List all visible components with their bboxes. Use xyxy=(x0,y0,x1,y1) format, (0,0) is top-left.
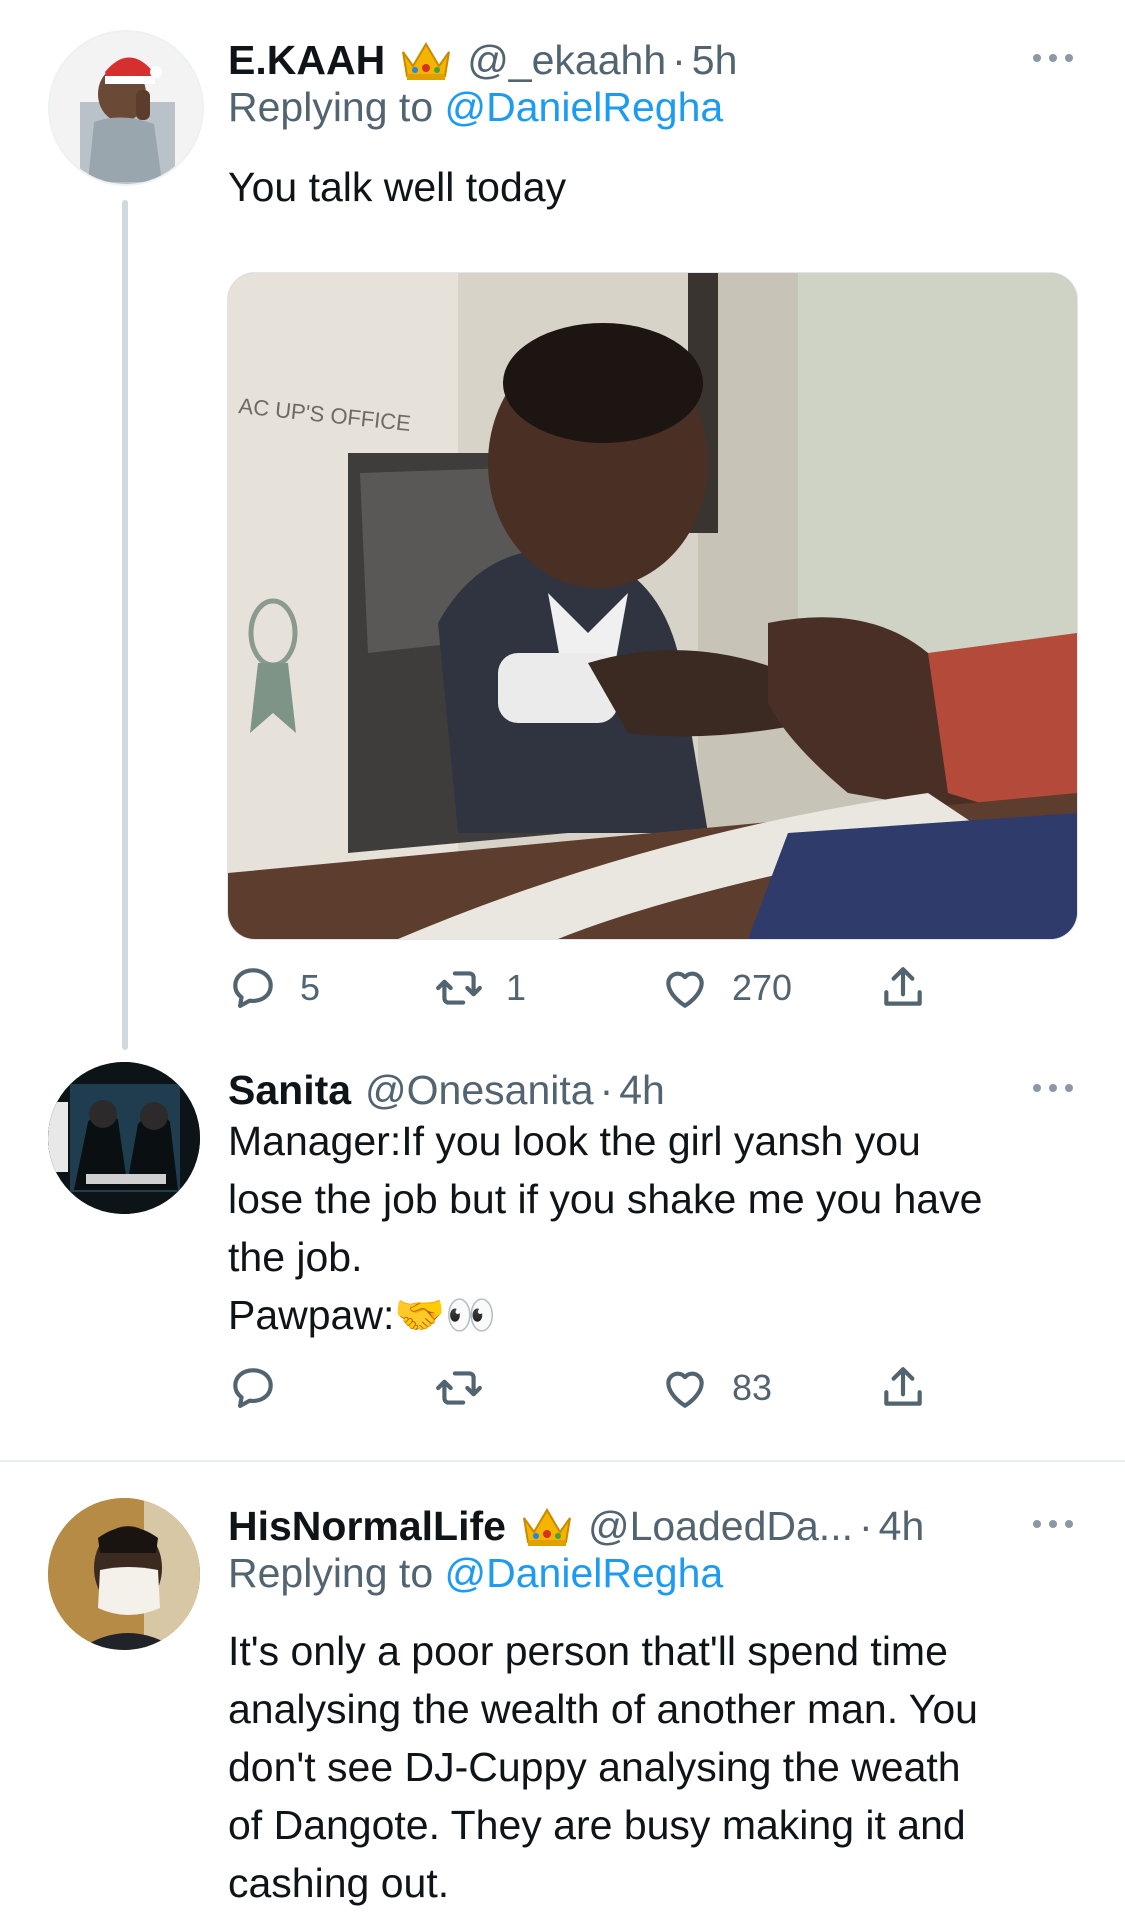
tweet-actions: 5 1 270 xyxy=(228,958,988,1018)
tweet-text-line: cashing out. xyxy=(228,1860,450,1906)
tweet-text-line: lose the job but if you shake me you hav… xyxy=(228,1176,983,1222)
reply-icon xyxy=(233,968,273,1008)
separator: · xyxy=(599,1066,614,1113)
reply-button[interactable]: 5 xyxy=(228,958,320,1018)
tweet-text-line: You talk well today xyxy=(228,164,567,210)
tweet-text: Manager:If you look the girl yansh you l… xyxy=(228,1112,1088,1344)
handle[interactable]: @_ekaahh xyxy=(467,37,666,84)
timestamp[interactable]: 4h xyxy=(619,1067,665,1114)
replying-prefix: Replying to xyxy=(228,84,445,130)
tweet-header: E.KAAH @_ekaahh · 5h xyxy=(228,30,737,90)
tweet-text-line: the job. xyxy=(228,1234,363,1280)
tweet-hisnormallife[interactable]: HisNormalLife @LoadedDa... · 4h Replying… xyxy=(0,1496,1125,1906)
like-button[interactable]: 83 xyxy=(660,1358,772,1418)
tweet-text-line: Manager:If you look the girl yansh you xyxy=(228,1118,921,1164)
tweet-sanita[interactable]: Sanita @Onesanita · 4h Manager:If you lo… xyxy=(0,1060,1125,1420)
reply-count: 5 xyxy=(300,967,321,1008)
share-icon xyxy=(884,1367,922,1406)
retweet-button[interactable]: 1 xyxy=(434,958,526,1018)
retweet-icon xyxy=(436,971,482,1005)
tweet-text-line: It's only a poor person that'll spend ti… xyxy=(228,1628,948,1674)
avatar[interactable] xyxy=(48,1062,200,1214)
separator: · xyxy=(672,36,686,83)
tweet-text-line: of Dangote. They are busy making it and xyxy=(228,1802,966,1848)
retweet-count: 1 xyxy=(506,967,527,1008)
share-icon xyxy=(884,967,922,1006)
mention-link[interactable]: @DanielRegha xyxy=(445,84,724,130)
replying-prefix: Replying to xyxy=(228,1550,445,1596)
retweet-icon xyxy=(436,1371,482,1405)
tweet-text-line: Pawpaw:🤝👀 xyxy=(228,1292,497,1338)
tweet-header: Sanita @Onesanita · 4h xyxy=(228,1060,665,1120)
reply-button[interactable] xyxy=(228,1358,300,1418)
tweet-ekaah[interactable]: E.KAAH @_ekaahh · 5h Replying to @Daniel… xyxy=(0,30,1125,1030)
tweet-actions: 83 xyxy=(228,1358,988,1418)
replying-to: Replying to @DanielRegha xyxy=(228,84,723,131)
more-icon[interactable] xyxy=(1033,1516,1073,1532)
display-name[interactable]: Sanita xyxy=(228,1067,351,1114)
tweet-text: It's only a poor person that'll spend ti… xyxy=(228,1622,1088,1912)
tweet-header: HisNormalLife @LoadedDa... · 4h xyxy=(228,1496,924,1556)
like-count: 83 xyxy=(732,1367,773,1408)
share-button[interactable] xyxy=(878,1358,950,1418)
like-icon xyxy=(666,971,704,1008)
tweet-media-image[interactable]: AC UP'S OFFICE xyxy=(227,272,1078,940)
avatar[interactable] xyxy=(48,1498,200,1650)
more-icon[interactable] xyxy=(1033,50,1073,66)
like-button[interactable]: 270 xyxy=(660,958,792,1018)
share-button[interactable] xyxy=(878,958,950,1018)
tweet-text: You talk well today xyxy=(228,158,1088,216)
crown-icon xyxy=(522,1508,571,1546)
mention-link[interactable]: @DanielRegha xyxy=(445,1550,724,1596)
like-count: 270 xyxy=(732,967,793,1008)
display-name[interactable]: HisNormalLife xyxy=(228,1503,506,1550)
crown-icon xyxy=(402,42,451,80)
tweet-text-line: analysing the wealth of another man. You xyxy=(228,1686,978,1732)
separator: · xyxy=(858,1502,873,1549)
handle[interactable]: @LoadedDa... xyxy=(588,1503,853,1550)
display-name[interactable]: E.KAAH xyxy=(228,37,385,84)
handle[interactable]: @Onesanita xyxy=(365,1067,594,1114)
timestamp[interactable]: 5h xyxy=(692,37,738,84)
replying-to: Replying to @DanielRegha xyxy=(228,1550,723,1597)
tweet-divider xyxy=(0,1460,1125,1462)
like-icon xyxy=(666,1371,704,1408)
reply-icon xyxy=(233,1368,273,1408)
retweet-button[interactable] xyxy=(434,1358,506,1418)
timestamp[interactable]: 4h xyxy=(879,1503,925,1550)
more-icon[interactable] xyxy=(1033,1080,1073,1096)
tweet-text-line: don't see DJ-Cuppy analysing the weath xyxy=(228,1744,961,1790)
avatar[interactable] xyxy=(48,30,204,186)
